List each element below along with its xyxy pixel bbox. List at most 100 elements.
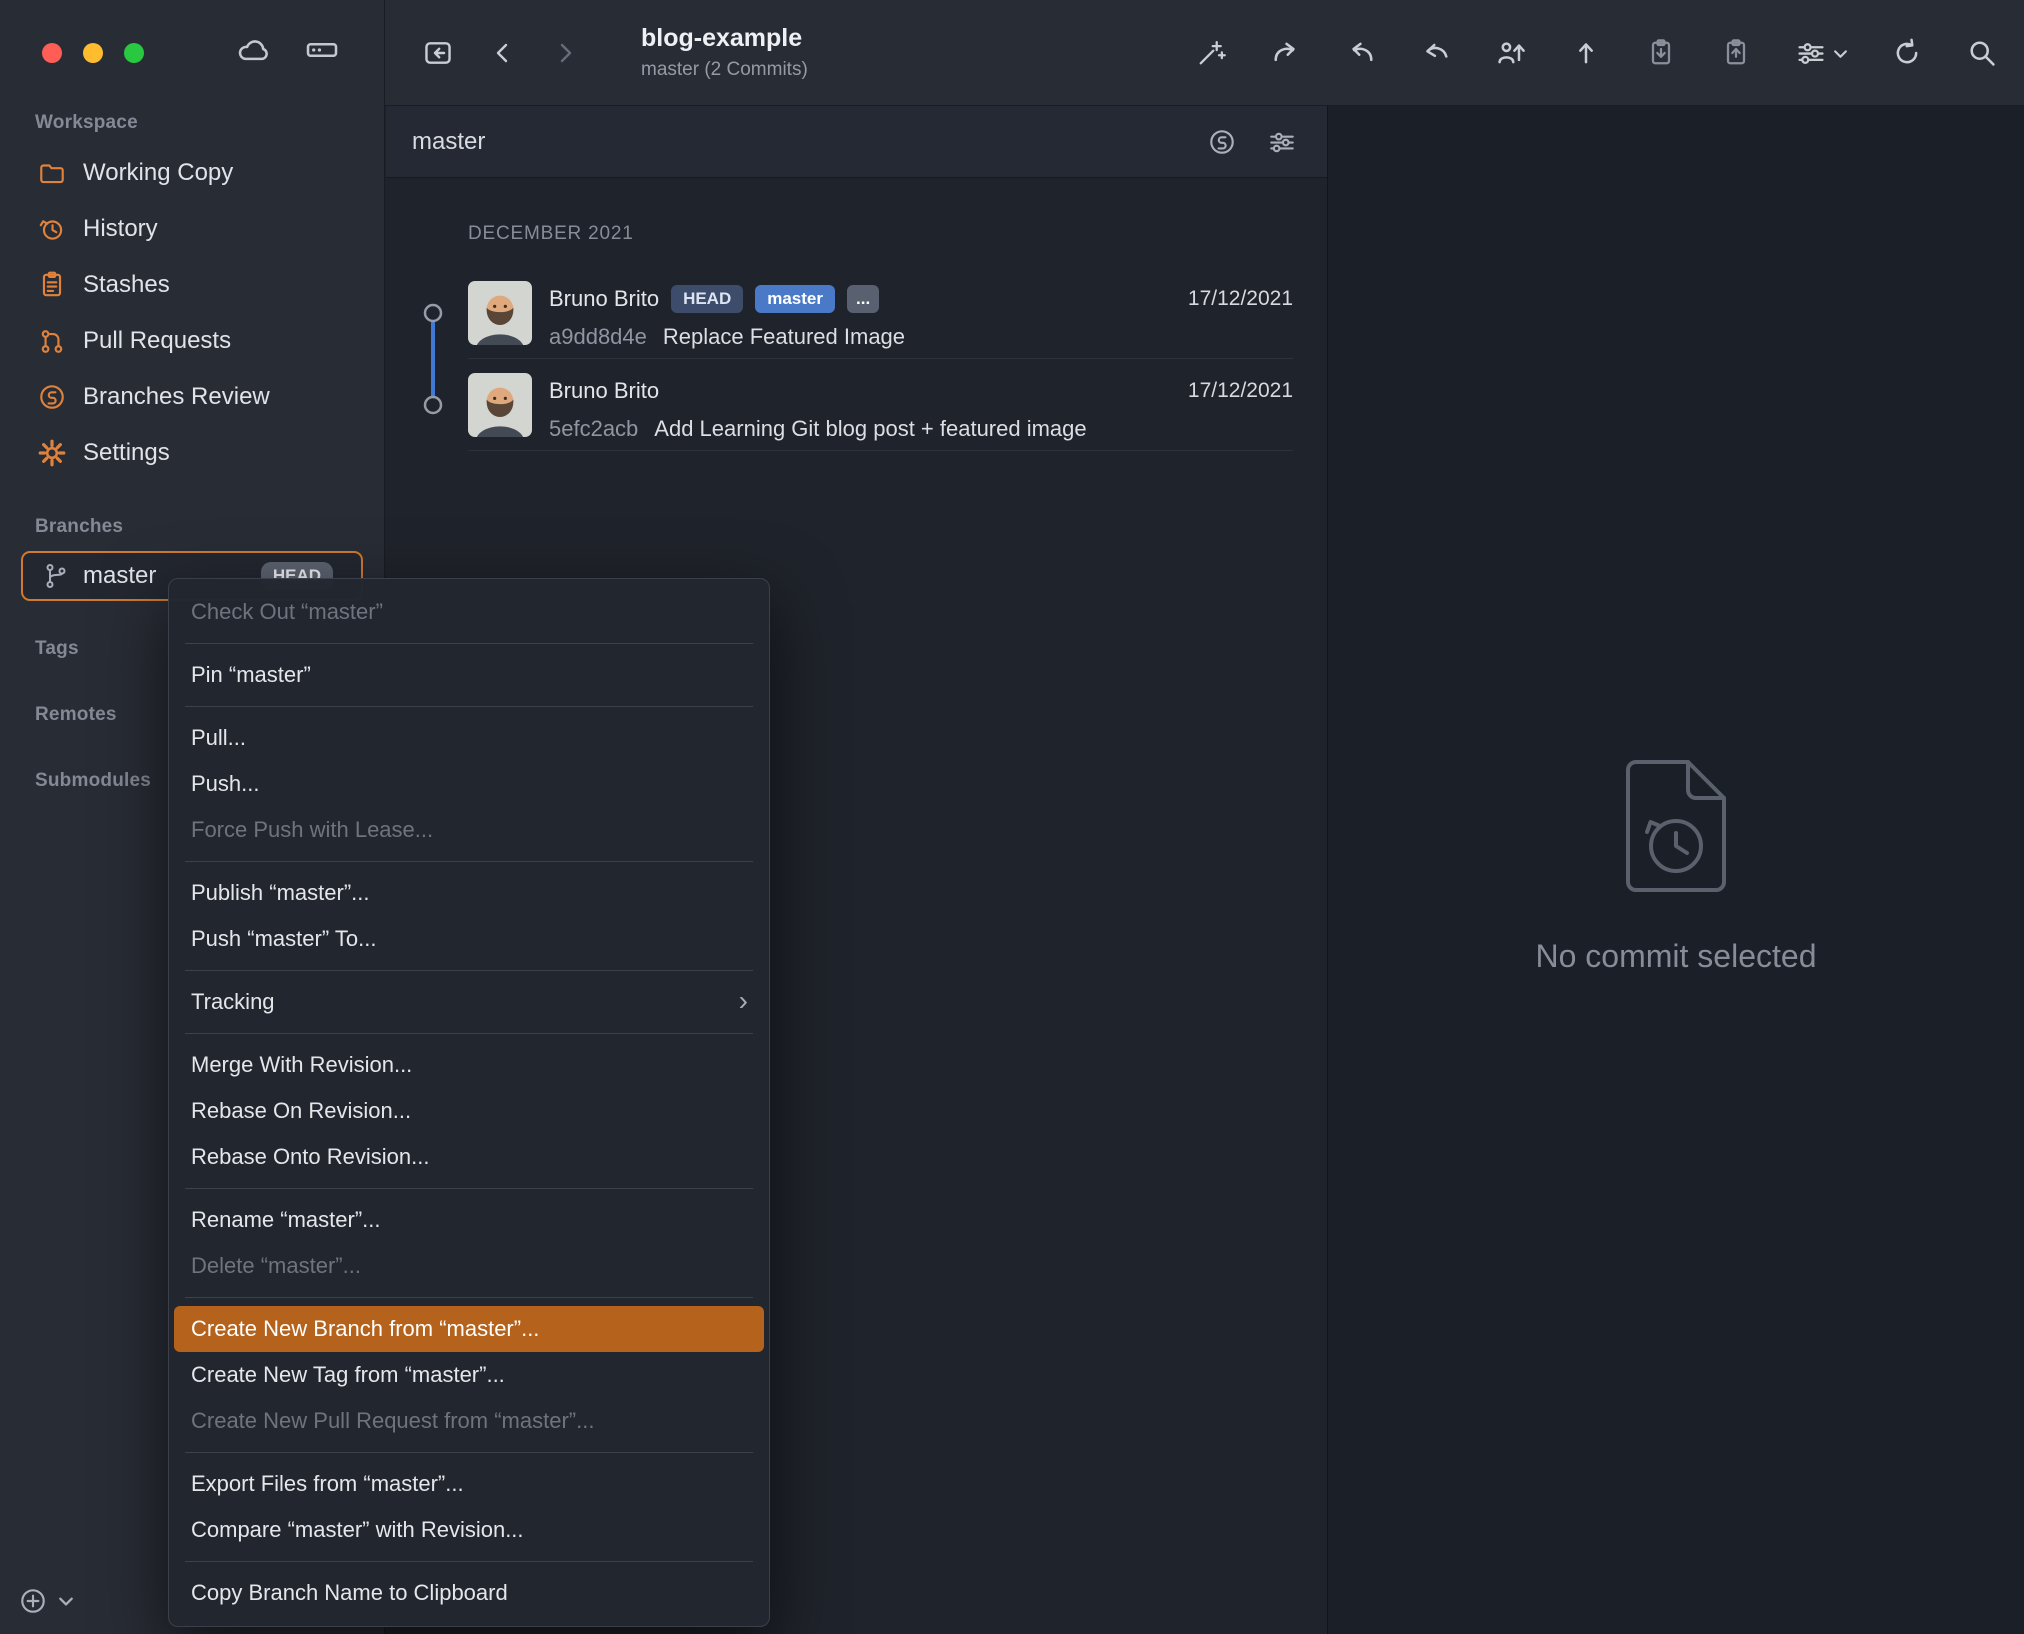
back-button[interactable] [489,39,517,67]
sidebar-item-stashes[interactable]: Stashes [0,257,384,313]
empty-state-message: No commit selected [1535,938,1817,974]
menu-item-publish[interactable]: Publish “master”... [174,870,764,916]
app-window: Workspace Working Copy History Stashes P… [0,0,2024,1634]
commit-detail-panel: No commit selected [1327,106,2024,1634]
sidebar-item-label: Branches Review [83,383,270,410]
commit-row[interactable]: Bruno Brito HEAD master ... a9dd8d4e Rep… [468,275,1293,361]
sidebar-item-branches-review[interactable]: Branches Review [0,369,384,425]
commit-hash: 5efc2acb [549,416,639,441]
menu-item-pin[interactable]: Pin “master” [174,652,764,698]
pull-icon[interactable] [1495,37,1527,69]
stashes-icon [36,270,68,300]
no-commit-icon [1618,756,1734,896]
refresh-icon[interactable] [1891,37,1923,69]
menu-item-rebase-on-revision[interactable]: Rebase On Revision... [174,1088,764,1134]
sidebar-item-label: Settings [83,439,170,466]
forward-button[interactable] [551,39,579,67]
zoom-button[interactable] [124,43,144,63]
row-separator [468,450,1293,451]
devices-icon[interactable] [304,36,340,64]
avatar [468,373,532,437]
commit-date: 17/12/2021 [1187,379,1293,402]
push-icon[interactable] [1570,37,1602,69]
sliders-icon [1795,37,1827,69]
pull-request-icon [36,326,68,356]
menu-item-label: Tracking [191,989,275,1014]
repositories-icon[interactable] [421,36,455,70]
commit-message: Replace Featured Image [662,324,906,349]
commit-hash: a9dd8d4e [549,324,647,349]
sidebar-item-label: Stashes [83,271,170,298]
menu-item-copy-branch-name[interactable]: Copy Branch Name to Clipboard [174,1570,764,1616]
sidebar-item-history[interactable]: History [0,201,384,257]
commit-row[interactable]: Bruno Brito 5efc2acb Add Learning Git bl… [468,367,1293,453]
sidebar-item-working-copy[interactable]: Working Copy [0,145,384,201]
window-controls [42,43,144,63]
submenu-chevron-icon: › [738,985,748,1016]
menu-separator [185,1033,753,1034]
cloud-icon[interactable] [236,36,272,64]
branch-filter-bar: master [386,106,1327,178]
window-subtitle: master (2 Commits) [641,59,808,80]
menu-item-create-new-pull-request: Create New Pull Request from “master”... [191,1408,595,1433]
commit-section-header: DECEMBER 2021 [468,223,634,244]
quick-actions-icon[interactable] [1195,37,1227,69]
git-branch-icon [39,562,71,590]
menu-item-pull[interactable]: Pull... [174,715,764,761]
search-icon[interactable] [1966,37,1998,69]
menu-separator [185,970,753,971]
menu-separator [185,1561,753,1562]
filter-options-icon[interactable] [1267,127,1297,157]
menu-item-rename[interactable]: Rename “master”... [174,1197,764,1243]
apply-stash-icon[interactable] [1720,37,1752,69]
undo-icon[interactable] [1345,37,1377,69]
minimize-button[interactable] [83,43,103,63]
menu-item-push-to[interactable]: Push “master” To... [174,916,764,962]
workflows-button[interactable] [1795,37,1848,69]
sidebar-item-pull-requests[interactable]: Pull Requests [0,313,384,369]
gear-icon [36,438,68,468]
tags-section-header: Tags [35,638,79,659]
row-separator [468,358,1293,359]
menu-separator [185,1297,753,1298]
avatar [468,281,532,345]
sidebar-item-label: Pull Requests [83,327,232,354]
chevron-down-icon [1833,48,1848,59]
menu-separator [185,861,753,862]
submodules-section-header: Submodules [35,770,152,791]
commit-date: 17/12/2021 [1187,287,1293,310]
stash-icon[interactable] [1645,37,1677,69]
menu-separator [185,643,753,644]
menu-item-compare-with-revision[interactable]: Compare “master” with Revision... [174,1507,764,1553]
menu-item-merge-with-revision[interactable]: Merge With Revision... [174,1042,764,1088]
redo-icon[interactable] [1270,37,1302,69]
menu-item-create-new-branch[interactable]: Create New Branch from “master”... [174,1306,764,1352]
remotes-section-header: Remotes [35,704,117,725]
sidebar-item-settings[interactable]: Settings [0,425,384,481]
compare-branch-icon[interactable] [1207,127,1237,157]
menu-item-push[interactable]: Push... [174,761,764,807]
branches-section-header: Branches [35,516,124,537]
branch-name-label: master [83,562,157,589]
branch-ref-badge[interactable]: master [755,285,835,313]
history-icon [36,214,68,244]
menu-separator [185,1188,753,1189]
menu-item-export-files[interactable]: Export Files from “master”... [174,1461,764,1507]
more-refs-badge[interactable]: ... [847,285,880,313]
commit-graph [423,303,443,415]
menu-item-rebase-onto-revision[interactable]: Rebase Onto Revision... [174,1134,764,1180]
close-button[interactable] [42,43,62,63]
menu-separator [185,706,753,707]
fetch-icon[interactable] [1420,37,1452,69]
window-title: blog-example [641,24,803,52]
add-button[interactable] [18,1586,48,1616]
menu-item-checkout: Check Out “master” [191,599,383,624]
sidebar-item-label: History [83,215,158,242]
menu-item-create-new-tag[interactable]: Create New Tag from “master”... [174,1352,764,1398]
workspace-nav: Working Copy History Stashes Pull Reques… [0,145,384,481]
chevron-down-icon[interactable] [58,1595,74,1607]
head-ref-badge[interactable]: HEAD [671,285,744,313]
menu-item-tracking[interactable]: Tracking › [174,979,764,1025]
folder-icon [36,158,68,188]
branch-context-menu: Check Out “master” Pin “master” Pull... … [168,578,770,1627]
